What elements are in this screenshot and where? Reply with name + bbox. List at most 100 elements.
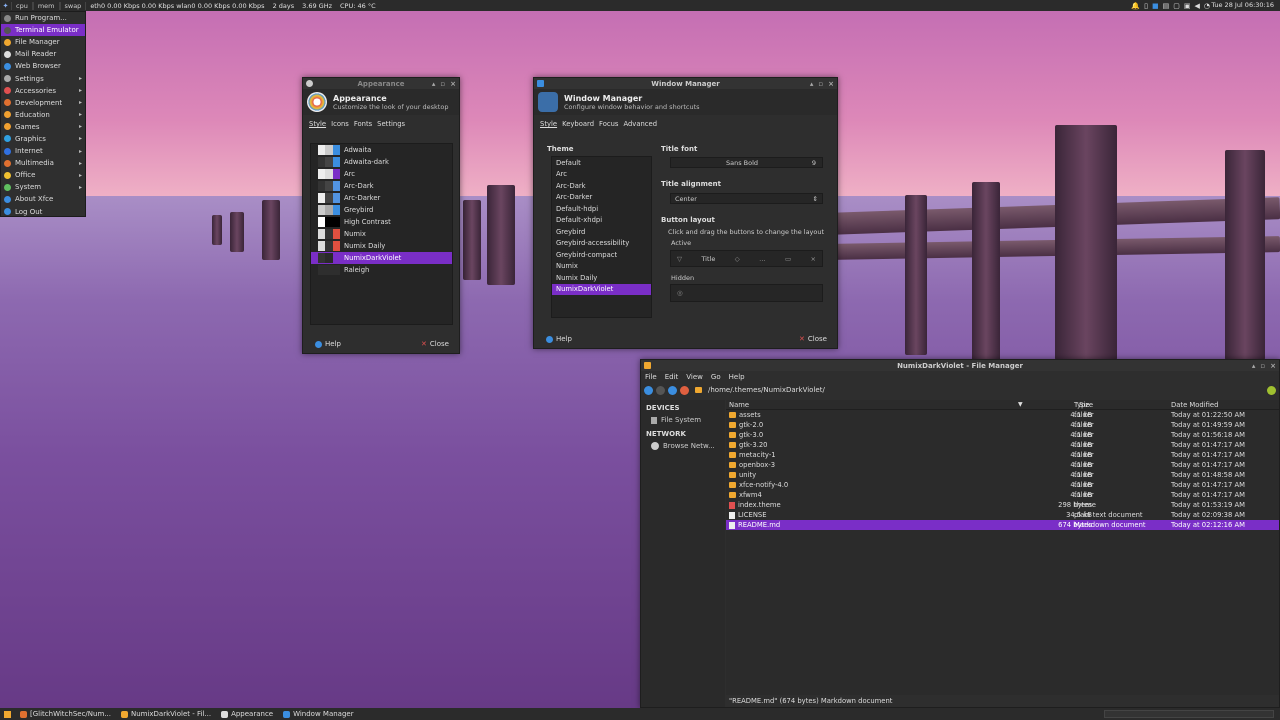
stick-button-icon[interactable]: ◇ (735, 255, 740, 263)
file-row[interactable]: gtk-2.0 4.1 kB folder Today at 01:49:59 AM (726, 420, 1279, 430)
wm-theme-item[interactable]: Numix (552, 261, 651, 273)
maximize-icon[interactable]: ▫ (1260, 362, 1265, 370)
file-row[interactable]: metacity-1 4.1 kB folder Today at 01:47:17 … (726, 450, 1279, 460)
menu-item-web-browser[interactable]: Web Browser (1, 60, 85, 72)
taskbar-button[interactable]: NumixDarkViolet - Fil... (116, 710, 216, 718)
hidden-button-icon[interactable]: ◎ (677, 289, 683, 297)
menu-item-terminal-emulator[interactable]: Terminal Emulator (1, 24, 85, 37)
theme-list-item[interactable]: Adwaita-dark (311, 156, 452, 168)
column-type[interactable]: Type (1074, 401, 1090, 409)
tab-settings[interactable]: Settings (377, 120, 405, 129)
wm-window-icon[interactable] (537, 80, 544, 87)
shade-button-icon[interactable]: … (759, 255, 766, 263)
theme-list-item[interactable]: Arc (311, 168, 452, 180)
theme-list-item[interactable]: Arc-Darker (311, 192, 452, 204)
workspace-switcher[interactable] (1104, 710, 1274, 718)
cpu-graph[interactable]: cpu (11, 1, 33, 10)
menu-edit[interactable]: Edit (665, 373, 679, 381)
menu-item-accessories[interactable]: Accessories ▸ (1, 85, 85, 97)
close-button-icon[interactable]: × (811, 255, 816, 263)
minimize-icon[interactable]: ▴ (432, 80, 436, 88)
back-icon[interactable] (644, 385, 653, 395)
fm-window-icon[interactable] (644, 362, 651, 369)
clipboard-icon[interactable]: ▯ (1144, 2, 1148, 10)
taskbar-button[interactable]: Window Manager (278, 710, 359, 718)
wifi-icon[interactable]: ◔ (1204, 2, 1210, 10)
wm-theme-item[interactable]: Arc (552, 169, 651, 181)
theme-list-item[interactable]: Adwaita (311, 144, 452, 156)
wm-theme-item[interactable]: Arc-Dark (552, 180, 651, 192)
wm-theme-item[interactable]: NumixDarkViolet (552, 283, 651, 295)
tab-icons[interactable]: Icons (331, 120, 349, 129)
menu-item-run-program[interactable]: Run Program... (1, 12, 85, 24)
title-font-button[interactable]: Sans Bold 9 (670, 157, 823, 168)
menu-item-about-xfce[interactable]: About Xfce (1, 193, 85, 205)
appearance-titlebar[interactable]: Appearance ▴ ▫ × (303, 78, 459, 89)
theme-list-item[interactable]: Greybird (311, 204, 452, 216)
wm-theme-item[interactable]: Default-xhdpi (552, 215, 651, 227)
theme-list-item[interactable]: NumixDarkViolet (311, 252, 452, 264)
fm-titlebar[interactable]: NumixDarkViolet - File Manager ▴ ▫ × (641, 360, 1279, 371)
taskbar-button[interactable]: Appearance (216, 710, 278, 718)
path-input[interactable]: /home/.themes/NumixDarkViolet/ (708, 386, 825, 394)
mem-graph[interactable]: mem (32, 1, 60, 10)
menu-item-log-out[interactable]: Log Out (1, 206, 85, 218)
theme-list[interactable]: Adwaita Adwaita-dark Arc Arc-Dark Arc-Darker… (310, 143, 453, 325)
menu-view[interactable]: View (686, 373, 703, 381)
file-row[interactable]: README.md 674 bytes Markdown document Today… (726, 520, 1279, 530)
menu-item-games[interactable]: Games ▸ (1, 121, 85, 133)
theme-list-item[interactable]: Numix Daily (311, 240, 452, 252)
menu-item-office[interactable]: Office ▸ (1, 169, 85, 181)
menu-item-system[interactable]: System ▸ (1, 181, 85, 193)
up-icon[interactable] (668, 385, 677, 395)
bluetooth-icon[interactable]: ■ (1152, 2, 1159, 10)
maximize-icon[interactable]: ▫ (440, 80, 445, 88)
title-slot[interactable]: Title (701, 255, 715, 263)
help-button[interactable]: Help (546, 335, 572, 343)
tab-fonts[interactable]: Fonts (354, 120, 372, 129)
tab-keyboard[interactable]: Keyboard (562, 120, 594, 129)
menu-item-development[interactable]: Development ▸ (1, 97, 85, 109)
sidebar-item-browse-network[interactable]: Browse Netw... (641, 440, 725, 452)
menu-help[interactable]: Help (729, 373, 745, 381)
maximize-icon[interactable]: ▫ (818, 80, 823, 88)
tab-advanced[interactable]: Advanced (623, 120, 657, 129)
close-icon[interactable]: × (828, 80, 834, 88)
display-icon[interactable]: ▣ (1184, 2, 1191, 10)
help-button[interactable]: Help (315, 340, 341, 348)
minimize-icon[interactable]: ▴ (1252, 362, 1256, 370)
menu-file[interactable]: File (645, 373, 657, 381)
menu-go[interactable]: Go (711, 373, 721, 381)
maximize-button-icon[interactable]: ▭ (785, 255, 791, 263)
file-row[interactable]: openbox-3 4.1 kB folder Today at 01:47:17 A… (726, 460, 1279, 470)
minimize-icon[interactable]: ▴ (810, 80, 814, 88)
appearance-window-icon[interactable] (306, 80, 313, 87)
close-button[interactable]: ✕ Close (799, 335, 827, 343)
menu-item-internet[interactable]: Internet ▸ (1, 145, 85, 157)
column-name[interactable]: Name (729, 401, 749, 409)
sidebar-item-file-system[interactable]: File System (641, 414, 725, 426)
wm-theme-item[interactable]: Arc-Darker (552, 192, 651, 204)
clock[interactable]: Tue 28 Jul 06:30:16 (1211, 0, 1274, 11)
file-row[interactable]: assets 4.1 kB folder Today at 01:22:50 AM (726, 410, 1279, 420)
tab-focus[interactable]: Focus (599, 120, 618, 129)
home-icon[interactable] (680, 385, 689, 395)
menu-item-graphics[interactable]: Graphics ▸ (1, 133, 85, 145)
file-row[interactable]: gtk-3.0 4.1 kB folder Today at 01:56:18 AM (726, 430, 1279, 440)
swap-graph[interactable]: swap (59, 1, 87, 10)
theme-list-item[interactable]: Raleigh (311, 264, 452, 276)
wm-theme-item[interactable]: Default (552, 157, 651, 169)
file-row[interactable]: index.theme 298 bytes theme Today at 01:53:… (726, 500, 1279, 510)
menu-item-multimedia[interactable]: Multimedia ▸ (1, 157, 85, 169)
close-icon[interactable]: × (450, 80, 456, 88)
theme-list-item[interactable]: Arc-Dark (311, 180, 452, 192)
menu-item-file-manager[interactable]: File Manager (1, 36, 85, 48)
close-button[interactable]: ✕ Close (421, 340, 449, 348)
wm-theme-item[interactable]: Greybird-compact (552, 249, 651, 261)
file-row[interactable]: unity 4.1 kB folder Today at 01:48:58 AM (726, 470, 1279, 480)
taskbar-button[interactable]: [GlitchWitchSec/Num... (15, 710, 116, 718)
reload-icon[interactable] (1267, 385, 1276, 395)
forward-icon[interactable] (656, 385, 665, 395)
menu-item-mail-reader[interactable]: Mail Reader (1, 48, 85, 60)
hidden-buttons-area[interactable]: ◎ (670, 284, 823, 302)
